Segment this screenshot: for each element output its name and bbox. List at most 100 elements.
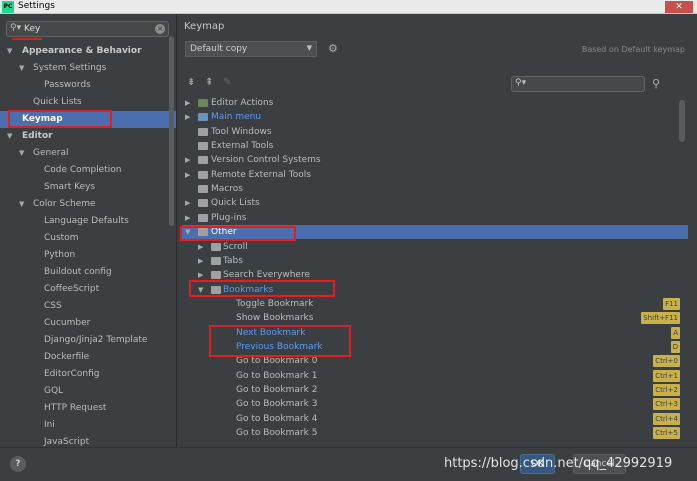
sidebar-item[interactable]: Code Completion: [0, 162, 176, 179]
sidebar-item-label: Passwords: [44, 80, 91, 90]
chevron-right-icon[interactable]: ▶: [185, 196, 190, 210]
sidebar-item[interactable]: ▼ Color Scheme: [0, 196, 176, 213]
chevron-down-icon[interactable]: ▼: [19, 196, 24, 213]
folder-icon: [198, 142, 208, 150]
keymap-row[interactable]: ▶ Quick Lists: [182, 196, 688, 210]
keymap-row[interactable]: Macros: [182, 182, 688, 196]
help-button[interactable]: ?: [10, 456, 26, 472]
close-button[interactable]: ✕: [665, 1, 693, 13]
chevron-right-icon[interactable]: ▶: [185, 153, 190, 167]
folder-icon: [211, 271, 221, 279]
chevron-right-icon[interactable]: ▶: [185, 168, 190, 182]
keymap-row[interactable]: External Tools: [182, 139, 688, 153]
sidebar-item[interactable]: JavaScript: [0, 434, 176, 447]
sidebar-item[interactable]: Passwords: [0, 77, 176, 94]
chevron-right-icon[interactable]: ▶: [185, 96, 190, 110]
sidebar-item[interactable]: Custom: [0, 230, 176, 247]
sidebar-item[interactable]: CoffeeScript: [0, 281, 176, 298]
sidebar-item[interactable]: ▼ General: [0, 145, 176, 162]
keymap-row[interactable]: Show Bookmarks Shift+F11: [182, 311, 688, 325]
sidebar-item-label: JavaScript: [44, 437, 90, 447]
page-title: Keymap: [184, 21, 225, 32]
chevron-right-icon[interactable]: ▶: [185, 211, 190, 225]
keymap-row-label: Macros: [211, 184, 243, 194]
sidebar-item[interactable]: Smart Keys: [0, 179, 176, 196]
sidebar-item[interactable]: Cucumber: [0, 315, 176, 332]
folder-icon: [211, 243, 221, 251]
collapse-all-icon[interactable]: ⇞: [205, 77, 213, 88]
sidebar-item[interactable]: HTTP Request: [0, 400, 176, 417]
sidebar-item[interactable]: Buildout config: [0, 264, 176, 281]
keymap-row[interactable]: Go to Bookmark 3 Ctrl+3: [182, 397, 688, 411]
sidebar-item[interactable]: Language Defaults: [0, 213, 176, 230]
menu-icon: [198, 113, 208, 121]
keymap-row[interactable]: ▶ Remote External Tools: [182, 168, 688, 182]
keymap-row[interactable]: ▶ Editor Actions: [182, 96, 688, 110]
folder-icon: [198, 214, 208, 222]
gear-icon[interactable]: ⚙: [328, 42, 338, 55]
keymap-row-label: Main menu: [211, 112, 262, 122]
chevron-down-icon: ▼: [306, 44, 312, 52]
sidebar-item-label: Django/Jinja2 Template: [44, 335, 148, 345]
chevron-down-icon[interactable]: ▼: [7, 128, 12, 145]
chevron-down-icon[interactable]: ▼: [7, 43, 12, 60]
sidebar-item-label: Custom: [44, 233, 79, 243]
sidebar-item-label: Dockerfile: [44, 352, 90, 362]
sidebar-item[interactable]: GQL: [0, 383, 176, 400]
keymap-row-label: External Tools: [211, 141, 274, 151]
search-icon: ⚲▾: [10, 23, 22, 33]
keymap-row-label: Tabs: [223, 256, 243, 266]
keymap-row[interactable]: ▶ Plug-ins: [182, 211, 688, 225]
expand-all-icon[interactable]: ⇟: [187, 77, 195, 88]
keymap-row-label: Go to Bookmark 1: [236, 371, 318, 381]
sidebar-item[interactable]: EditorConfig: [0, 366, 176, 383]
edit-icon[interactable]: ✎: [223, 77, 231, 88]
sidebar-item[interactable]: Django/Jinja2 Template: [0, 332, 176, 349]
keymap-row[interactable]: ▶ Version Control Systems: [182, 153, 688, 167]
keymap-row[interactable]: Tool Windows: [182, 125, 688, 139]
find-by-shortcut-icon[interactable]: ⚲: [652, 77, 660, 90]
keymap-row-label: Go to Bookmark 5: [236, 428, 318, 438]
keymap-row-label: Quick Lists: [211, 198, 260, 208]
sidebar-item[interactable]: Quick Lists: [0, 94, 176, 111]
sidebar-item[interactable]: Ini: [0, 417, 176, 434]
sidebar-item-label: General: [33, 148, 69, 158]
folder-icon: [211, 257, 221, 265]
settings-search[interactable]: ⚲▾ ✕: [6, 21, 169, 37]
clear-search-icon[interactable]: ✕: [155, 24, 165, 34]
search-input[interactable]: [24, 23, 152, 35]
folder-icon: [198, 199, 208, 207]
sidebar-item-label: Ini: [44, 420, 55, 430]
keymap-row[interactable]: Toggle Bookmark F11: [182, 297, 688, 311]
sidebar-item-label: CSS: [44, 301, 62, 311]
keymap-row[interactable]: Go to Bookmark 2 Ctrl+2: [182, 383, 688, 397]
shortcut-badge: D: [670, 341, 680, 353]
keymap-row[interactable]: ▶ Main menu: [182, 110, 688, 124]
keymap-row[interactable]: ▶ Tabs: [182, 254, 688, 268]
chevron-right-icon[interactable]: ▶: [198, 240, 203, 254]
keymap-row[interactable]: Go to Bookmark 1 Ctrl+1: [182, 369, 688, 383]
shortcut-badge: Ctrl+1: [653, 370, 680, 382]
keymap-row-label: Remote External Tools: [211, 170, 311, 180]
sidebar-item[interactable]: ▼ Appearance & Behavior: [0, 43, 176, 60]
keymap-row[interactable]: ▶ Scroll: [182, 240, 688, 254]
sidebar-item[interactable]: Dockerfile: [0, 349, 176, 366]
sidebar-item[interactable]: ▼ System Settings: [0, 60, 176, 77]
chevron-right-icon[interactable]: ▶: [185, 110, 190, 124]
sidebar-item[interactable]: CSS: [0, 298, 176, 315]
sidebar-item-label: Quick Lists: [33, 97, 82, 107]
action-search-input[interactable]: ⚲▾: [511, 76, 645, 92]
keymap-row[interactable]: Go to Bookmark 5 Ctrl+5: [182, 426, 688, 440]
sidebar-item-label: Code Completion: [44, 165, 122, 175]
sidebar-scrollbar[interactable]: [169, 36, 174, 226]
chevron-right-icon[interactable]: ▶: [198, 254, 203, 268]
chevron-down-icon[interactable]: ▼: [19, 145, 24, 162]
watermark: https://blog.csdn.net/qq_42992919: [444, 456, 673, 471]
chevron-down-icon[interactable]: ▼: [19, 60, 24, 77]
action-list-scrollbar[interactable]: [679, 100, 685, 142]
keymap-row[interactable]: Go to Bookmark 4 Ctrl+4: [182, 412, 688, 426]
keymap-row-label: Toggle Bookmark: [236, 299, 314, 309]
keymap-dropdown[interactable]: Default copy ▼: [185, 41, 317, 57]
sidebar-item[interactable]: Python: [0, 247, 176, 264]
sidebar-item[interactable]: ▼ Editor: [0, 128, 176, 145]
